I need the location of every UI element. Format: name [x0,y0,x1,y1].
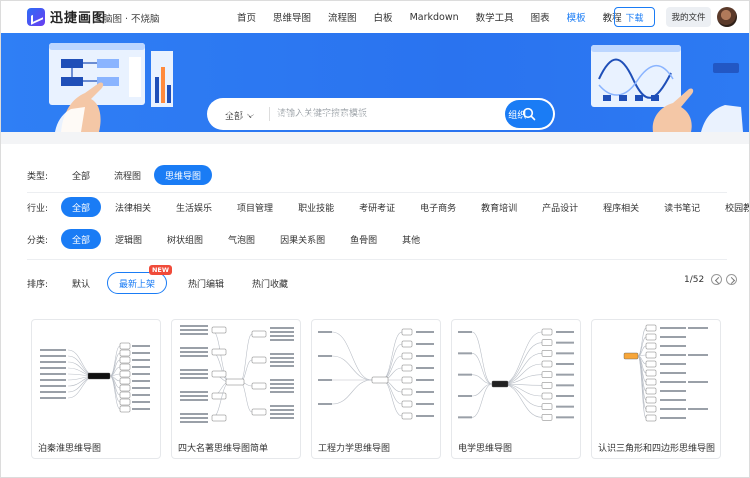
template-grid: 泊秦淮思维导图 四大名著思维导图简单 工程力学思维导图 电学思维导图 认识三角形和四边形… [31,319,731,459]
avatar[interactable] [717,7,737,27]
template-card[interactable]: 泊秦淮思维导图 [31,319,161,459]
filter-industry-option[interactable]: 生活娱乐 [165,197,223,217]
download-button[interactable]: 下载 [614,7,655,27]
divider [27,192,727,193]
sort-label: 排序: [27,279,49,290]
hot-search-label: 热门搜索: [223,111,263,121]
sort-option[interactable]: 默认 [61,273,101,293]
hot-search-term[interactable]: 工作 [458,108,476,121]
filter-industry-label: 行业: [27,203,49,214]
template-title: 泊秦淮思维导图 [38,444,102,454]
hot-search-term[interactable]: 疫情 [274,108,292,121]
prev-page-icon[interactable] [711,274,723,285]
filter-category-option[interactable]: 全部 [61,229,102,249]
filter-industry-option[interactable]: 法律相关 [104,197,162,217]
filter-industry-option[interactable]: 产品设计 [531,197,589,217]
hero-banner: 全部 热门搜索: 疫情商务时间轴生产新冠鱼骨英语工作管理组织 [1,33,749,132]
page: 迅捷画图 脑图 · 不烧脑 首页 思维导图 流程图 白板 Markdown 数学工具 图表模… [0,0,750,478]
filter-type-option[interactable]: 流程图 [103,165,152,185]
sort-option[interactable]: 热门收藏 [241,273,299,293]
filter-industry-option[interactable]: 考研考证 [348,197,406,217]
hot-search-term[interactable]: 时间轴 [324,108,351,121]
filter-industry-option[interactable]: 教育培训 [470,197,528,217]
pagination: 1/52 [684,274,738,285]
main-nav: 首页 思维导图 流程图 白板 Markdown 数学工具 图表 模板 教程 [237,1,639,33]
nav-item[interactable]: 图表 [531,10,550,24]
brand-name: 迅捷画图 [50,11,107,26]
filter-type: 类型: 全部 流程图 思维导图 [27,165,214,185]
sort-option[interactable]: 热门编辑 [177,273,235,293]
top-bar: 迅捷画图 脑图 · 不烧脑 首页 思维导图 流程图 白板 Markdown 数学工具 图表 模… [1,1,749,33]
nav-item[interactable]: Markdown [410,12,459,23]
hot-search-term[interactable]: 组织 [508,108,526,121]
template-title: 四大名著思维导图简单 [178,444,269,454]
hot-search-term[interactable]: 商务 [299,108,317,121]
filter-category: 分类: 全部 逻辑图 树状组图 气泡图 因果关系图 鱼骨图 其他 [27,229,434,249]
filter-category-option[interactable]: 气泡图 [217,229,266,249]
filter-category-option[interactable]: 逻辑图 [104,229,153,249]
filter-category-option[interactable]: 其他 [391,229,431,249]
sort-option[interactable]: 最新上架 NEW [107,265,173,294]
template-card[interactable]: 四大名著思维导图简单 [171,319,301,459]
nav-item[interactable]: 白板 [374,10,393,24]
filter-industry-option[interactable]: 程序相关 [592,197,650,217]
my-files-button[interactable]: 我的文件 [666,7,711,27]
template-thumbnail [180,325,294,423]
filter-category-label: 分类: [27,235,49,246]
template-thumbnail [40,342,150,413]
template-title: 电学思维导图 [458,444,513,454]
template-thumbnail [318,328,434,420]
filter-category-option[interactable]: 鱼骨图 [339,229,388,249]
nav-item[interactable]: 思维导图 [273,10,311,24]
chart-illustration [591,45,743,132]
filter-industry-option[interactable]: 校园教育 [714,197,749,217]
filter-industry-option[interactable]: 电子商务 [409,197,467,217]
logo-icon [27,7,45,26]
template-card[interactable]: 认识三角形和四边形思维导图 [591,319,721,459]
hot-search-term[interactable]: 管理 [483,108,501,121]
filter-type-option[interactable]: 思维导图 [154,165,213,185]
filter-industry-option[interactable]: 全部 [61,197,102,217]
filter-industry: 行业: 全部 法律相关 生活娱乐 项目管理 职业技能 考研考证 电子商务 教育培训 产品设计 程序… [27,197,749,217]
next-page-icon[interactable] [726,274,738,285]
slogan: 脑图 · 不烧脑 [103,14,160,25]
filter-type-option[interactable]: 全部 [61,165,101,185]
template-card[interactable]: 工程力学思维导图 [311,319,441,459]
filter-category-option[interactable]: 树状组图 [156,229,214,249]
flowchart-illustration [49,43,173,132]
filter-category-option[interactable]: 因果关系图 [269,229,336,249]
template-card[interactable]: 电学思维导图 [451,319,581,459]
logo[interactable]: 迅捷画图 [27,7,106,26]
nav-item[interactable]: 首页 [237,10,256,24]
nav-item[interactable]: 流程图 [328,10,357,24]
filter-industry-option[interactable]: 职业技能 [287,197,345,217]
hot-search: 热门搜索: 疫情 商务 时间轴 生产 新冠 鱼骨 英语 工作 管理 组织 [223,108,533,121]
new-badge: NEW [148,265,173,275]
hot-search-term[interactable]: 鱼骨 [408,108,426,121]
nav-item[interactable]: 模板 [567,10,586,24]
filter-type-label: 类型: [27,171,49,182]
nav-item[interactable]: 数学工具 [476,10,514,24]
sort-bar: 排序: 默认 最新上架 NEW 热门编辑 热门收藏 [27,265,305,294]
divider [27,259,727,260]
hot-search-term[interactable]: 英语 [433,108,451,121]
page-indicator: 1/52 [684,274,705,285]
hot-search-term[interactable]: 新冠 [383,108,401,121]
template-thumbnail [623,324,708,422]
template-thumbnail [458,328,574,421]
filter-industry-option[interactable]: 读书笔记 [653,197,711,217]
hot-search-term[interactable]: 生产 [358,108,376,121]
template-title: 认识三角形和四边形思维导图 [598,444,716,454]
sort-option-label: 最新上架 [119,279,156,290]
filter-industry-option[interactable]: 项目管理 [226,197,284,217]
template-title: 工程力学思维导图 [318,444,391,454]
